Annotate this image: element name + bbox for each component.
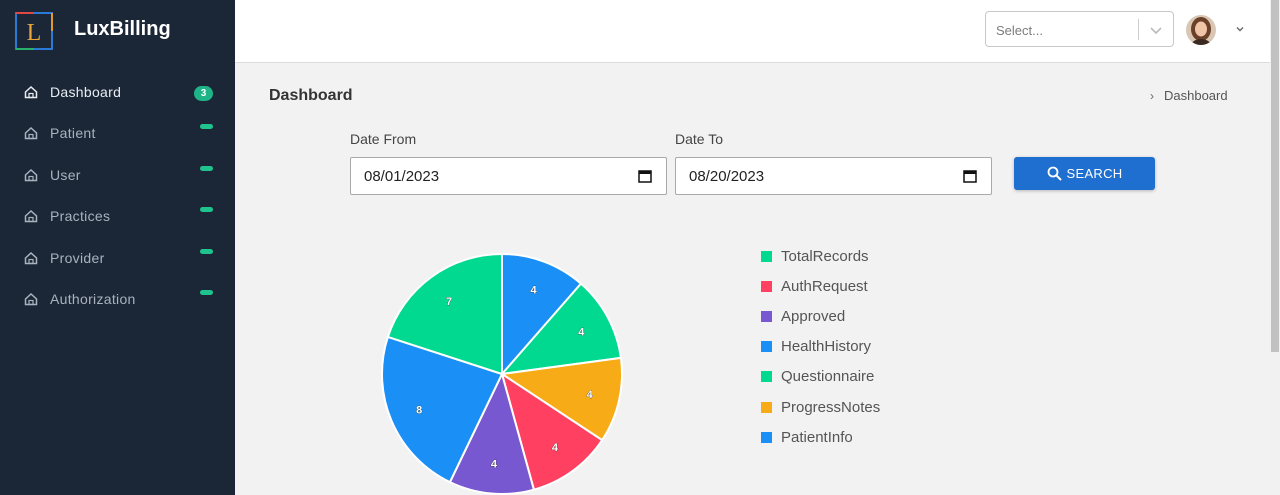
top-bar: Select... (235, 0, 1270, 63)
status-indicator (200, 248, 213, 254)
sidebar: L LuxBilling Dashboard 3 Patient User Pr… (0, 0, 235, 495)
legend-item[interactable]: HealthHistory (761, 332, 880, 362)
page-scrollbar[interactable] (1270, 0, 1280, 495)
chart-legend: TotalRecords AuthRequest Approved HealthHis… (761, 241, 880, 452)
legend-label: PatientInfo (781, 428, 853, 446)
pie-slice-label: 4 (578, 326, 585, 338)
avatar-image (1186, 15, 1216, 45)
legend-swatch (761, 341, 772, 353)
app-name: LuxBilling (74, 18, 171, 40)
home-icon (24, 168, 38, 181)
sidebar-item-label: Practices (50, 208, 111, 225)
status-indicator (200, 290, 213, 296)
home-icon (24, 127, 38, 140)
legend-item[interactable]: Approved (761, 301, 880, 331)
legend-item[interactable]: PatientInfo (761, 422, 880, 452)
sidebar-item-patient[interactable]: Patient (0, 113, 235, 155)
sidebar-nav: Dashboard 3 Patient User Practices Provi… (0, 71, 235, 320)
legend-swatch (761, 401, 772, 413)
legend-item[interactable]: ProgressNotes (761, 392, 880, 422)
home-icon (24, 251, 38, 264)
search-icon (1047, 166, 1062, 181)
legend-label: ProgressNotes (781, 398, 881, 416)
dashboard-count-badge: 3 (194, 86, 213, 101)
header-select[interactable]: Select... (985, 11, 1174, 47)
legend-swatch (761, 250, 772, 262)
pie-slice-label: 4 (587, 389, 594, 401)
legend-label: HealthHistory (781, 338, 872, 356)
sidebar-item-label: Patient (50, 125, 96, 142)
chevron-right-icon: › (1150, 88, 1154, 103)
legend-label: AuthRequest (781, 277, 868, 295)
chevron-down-icon[interactable] (1148, 22, 1164, 38)
sidebar-item-label: Authorization (50, 291, 136, 308)
sidebar-item-provider[interactable]: Provider (0, 237, 235, 279)
user-avatar[interactable] (1186, 15, 1216, 45)
select-separator (1138, 19, 1139, 40)
pie-slice-label: 4 (491, 459, 498, 471)
date-from-value: 08/01/2023 (364, 168, 440, 185)
calendar-icon[interactable] (638, 169, 652, 183)
legend-swatch (761, 431, 772, 443)
sidebar-item-authorization[interactable]: Authorization (0, 279, 235, 321)
pie-slice-label: 7 (446, 296, 452, 308)
date-from-input[interactable]: 08/01/2023 (350, 157, 667, 195)
sidebar-item-user[interactable]: User (0, 154, 235, 196)
breadcrumb-current[interactable]: Dashboard (1164, 88, 1228, 103)
search-button-label: SEARCH (1066, 166, 1123, 181)
records-pie-chart: 4 4 4 4 4 8 7 (381, 252, 623, 495)
legend-swatch (761, 310, 772, 322)
legend-swatch (761, 280, 772, 292)
legend-label: Approved (781, 307, 846, 325)
sidebar-item-practices[interactable]: Practices (0, 196, 235, 238)
sidebar-item-label: Dashboard (50, 83, 122, 100)
page-title: Dashboard (269, 87, 353, 104)
legend-item[interactable]: Questionnaire (761, 362, 880, 392)
home-icon (24, 293, 38, 306)
date-to-value: 08/20/2023 (689, 168, 765, 185)
legend-swatch (761, 371, 772, 383)
search-button[interactable]: SEARCH (1014, 157, 1155, 190)
status-indicator (200, 165, 213, 171)
legend-label: Questionnaire (781, 368, 875, 386)
date-from-label: Date From (350, 131, 417, 147)
luxbilling-logo: L (15, 12, 53, 50)
sidebar-item-label: User (50, 166, 81, 183)
scrollbar-thumb[interactable] (1271, 0, 1279, 352)
pie-slice-label: 8 (416, 404, 422, 416)
sidebar-item-dashboard[interactable]: Dashboard 3 (0, 71, 235, 113)
user-menu-chevron-icon[interactable] (1235, 24, 1245, 34)
brand[interactable]: L LuxBilling (0, 0, 235, 63)
pie-slice-label: 4 (531, 285, 538, 297)
calendar-icon[interactable] (963, 169, 977, 183)
legend-label: TotalRecords (781, 247, 869, 265)
date-to-label: Date To (675, 131, 723, 147)
status-indicator (200, 207, 213, 213)
sidebar-item-label: Provider (50, 249, 105, 266)
pie-slice-label: 4 (552, 442, 559, 454)
home-icon (24, 85, 38, 98)
logo-letter: L (27, 20, 42, 46)
legend-item[interactable]: TotalRecords (761, 241, 880, 271)
legend-item[interactable]: AuthRequest (761, 271, 880, 301)
date-to-input[interactable]: 08/20/2023 (675, 157, 992, 195)
select-placeholder: Select... (996, 23, 1043, 38)
breadcrumb: › Dashboard (1150, 88, 1228, 103)
status-indicator (200, 124, 213, 130)
home-icon (24, 210, 38, 223)
